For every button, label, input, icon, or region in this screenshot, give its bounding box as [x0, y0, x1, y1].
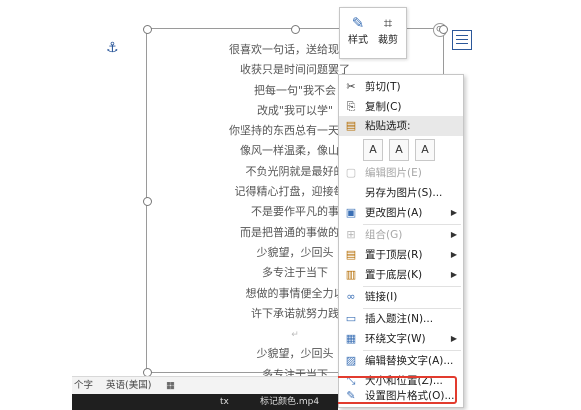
- wrap-text-icon: ▦: [345, 332, 357, 345]
- menu-item-label: 置于底层(K): [365, 269, 423, 281]
- anchor-icon: ⚓: [106, 40, 119, 56]
- document-page: ⚓ ⟳ 很喜欢一句话，送给现在的 收获只是时间问题罢了 把每一句"我不会 改成"…: [0, 0, 581, 381]
- menu-item-save-as-picture[interactable]: 另存为图片(S)...: [339, 183, 463, 203]
- paste-picture-icon: A: [395, 143, 403, 156]
- taskbar-item[interactable]: tx: [220, 394, 229, 410]
- send-back-icon: ▥: [345, 268, 357, 281]
- taskbar-item[interactable]: 标记颜色.mp4: [260, 394, 319, 410]
- menu-item-send-to-back[interactable]: ▥ 置于底层(K) ▶: [339, 265, 463, 285]
- link-icon: ∞: [346, 290, 356, 303]
- paste-keep-format-icon: A: [369, 143, 377, 156]
- menu-item-label: 编辑替换文字(A)...: [365, 355, 454, 367]
- menu-item-label: 环绕文字(W): [365, 333, 426, 345]
- word-window: ⚓ ⟳ 很喜欢一句话，送给现在的 收获只是时间问题罢了 把每一句"我不会 改成"…: [0, 0, 581, 410]
- edit-picture-icon: ▢: [345, 166, 357, 179]
- menu-item-copy[interactable]: ⎘ 复制(C): [339, 97, 463, 117]
- insert-caption-icon: ▭: [345, 312, 357, 325]
- menu-item-change-picture[interactable]: ▣ 更改图片(A) ▶: [339, 203, 463, 223]
- paste-text-only-icon: A: [421, 143, 429, 156]
- menu-item-label: 链接(I): [365, 291, 398, 303]
- paste-keep-format-button[interactable]: A: [363, 139, 383, 161]
- submenu-arrow-icon: ▶: [450, 270, 457, 279]
- menu-item-insert-caption[interactable]: ▭ 插入题注(N)...: [339, 309, 463, 329]
- paste-text-only-button[interactable]: A: [415, 139, 435, 161]
- menu-item-bring-to-front[interactable]: ▤ 置于顶层(R) ▶: [339, 245, 463, 265]
- submenu-arrow-icon: ▶: [450, 250, 457, 259]
- menu-item-wrap-text[interactable]: ▦ 环绕文字(W) ▶: [339, 329, 463, 349]
- language-indicator[interactable]: 英语(美国): [106, 377, 151, 394]
- submenu-arrow-icon: ▶: [450, 334, 457, 343]
- taskbar: tx 标记颜色.mp4: [72, 394, 338, 410]
- style-label: 样式: [348, 35, 368, 46]
- menu-item-label: 剪切(T): [365, 81, 401, 93]
- paragraph-mark-glyph: ↵: [291, 330, 299, 341]
- crop-label: 裁剪: [378, 35, 398, 46]
- menu-item-edit-picture[interactable]: ▢ 编辑图片(E): [339, 163, 463, 183]
- change-picture-icon: ▣: [345, 206, 357, 219]
- menu-item-label: 复制(C): [365, 101, 402, 113]
- menu-item-edit-alt-text[interactable]: ▨ 编辑替换文字(A)...: [339, 351, 463, 371]
- alt-text-icon: ▨: [345, 354, 357, 367]
- menu-item-label: 组合(G): [365, 229, 403, 241]
- menu-item-cut[interactable]: ✂ 剪切(T): [339, 77, 463, 97]
- submenu-arrow-icon: ▶: [450, 230, 457, 239]
- paste-icon: ▤: [345, 119, 357, 132]
- submenu-arrow-icon: ▶: [450, 208, 457, 217]
- highlight-annotation: [333, 376, 457, 404]
- menu-item-link[interactable]: ∞ 链接(I): [339, 287, 463, 307]
- menu-item-paste-options: ▤ 粘贴选项:: [339, 116, 463, 136]
- bring-front-icon: ▤: [345, 248, 357, 261]
- crop-button[interactable]: ⌗ 裁剪: [373, 12, 403, 54]
- menu-item-label: 置于顶层(R): [365, 249, 423, 261]
- menu-item-label: 更改图片(A): [365, 207, 423, 219]
- scissors-icon: ✂: [346, 80, 356, 93]
- menu-item-label: 粘贴选项:: [365, 120, 411, 132]
- resize-handle[interactable]: [439, 25, 448, 34]
- paste-picture-button[interactable]: A: [389, 139, 409, 161]
- layout-options-icon[interactable]: [452, 30, 472, 50]
- menu-item-label: 编辑图片(E): [365, 167, 422, 179]
- style-button[interactable]: ✎ 样式: [343, 12, 373, 54]
- context-menu: ✂ 剪切(T) ⎘ 复制(C) ▤ 粘贴选项: A A A ▢ 编辑图片(E) …: [338, 74, 464, 408]
- mini-toolbar: ✎ 样式 ⌗ 裁剪: [339, 7, 407, 59]
- status-bar: 个字 英语(美国) ▦: [72, 376, 338, 395]
- picture-style-icon: ✎: [351, 14, 365, 32]
- menu-item-group[interactable]: ⊞ 组合(G) ▶: [339, 225, 463, 245]
- menu-item-label: 插入题注(N)...: [365, 313, 434, 325]
- resize-handle[interactable]: [143, 25, 152, 34]
- resize-handle[interactable]: [291, 25, 300, 34]
- resize-handle[interactable]: [143, 197, 152, 206]
- menu-item-label: 另存为图片(S)...: [365, 187, 443, 199]
- copy-icon: ⎘: [346, 100, 356, 113]
- word-count[interactable]: 个字: [74, 377, 93, 394]
- macro-icon[interactable]: ▦: [166, 377, 175, 394]
- crop-icon: ⌗: [383, 14, 393, 32]
- group-icon: ⊞: [346, 228, 356, 241]
